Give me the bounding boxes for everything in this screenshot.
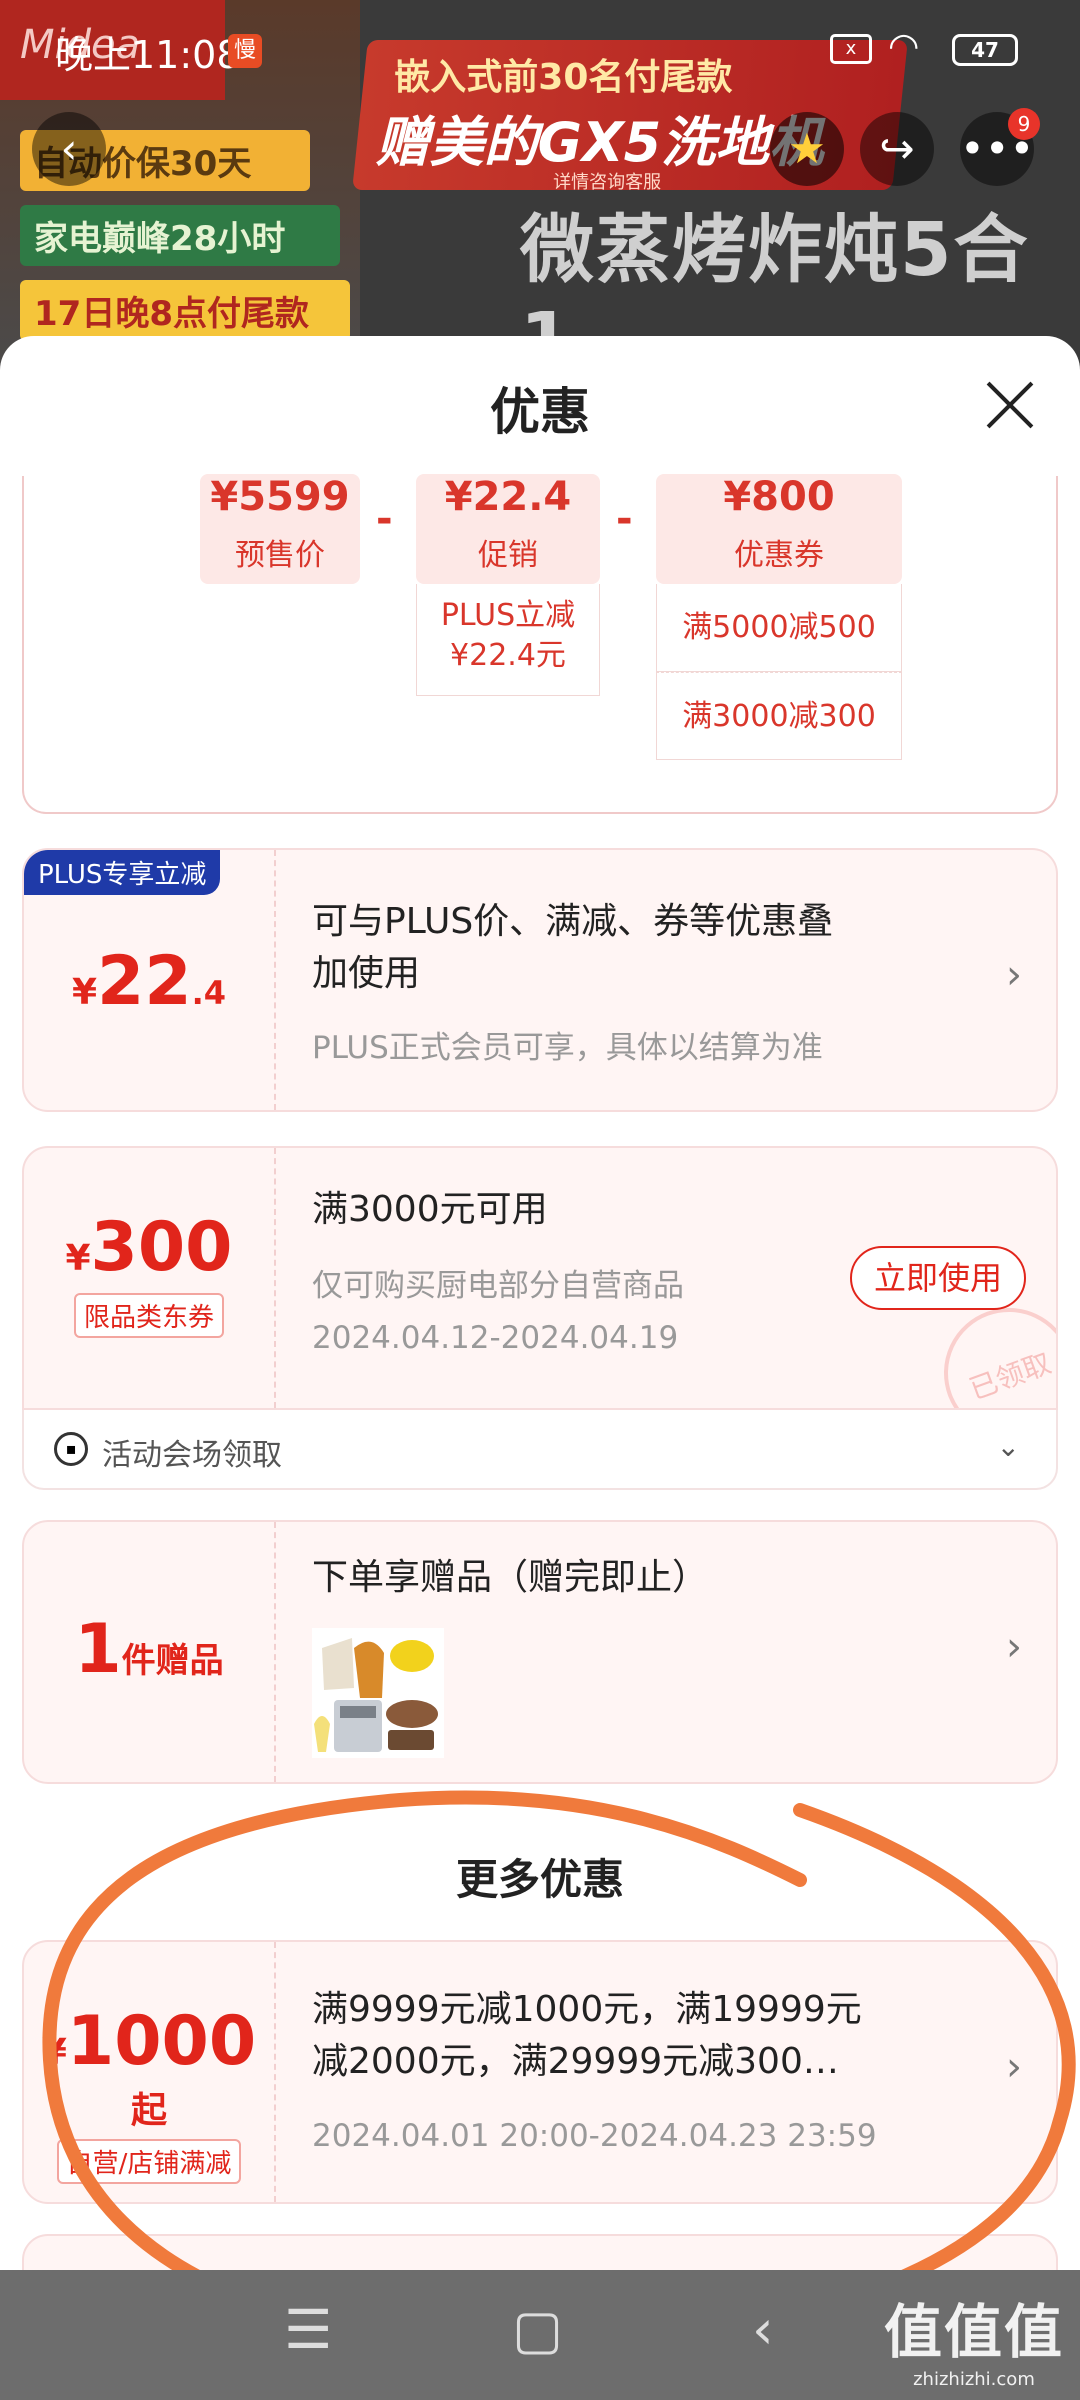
back-nav-icon[interactable]: ‹ bbox=[752, 2298, 774, 2361]
coupon-amount-area: ¥300 限品类东券 bbox=[24, 1148, 276, 1408]
store-discount-validity: 2024.04.01 20:00-2024.04.23 23:59 bbox=[312, 2118, 877, 2154]
system-navigation-bar: ☰ ▢ ‹ 值值值 zhizhizhi.com bbox=[0, 2270, 1080, 2400]
sheet-title: 优惠 bbox=[490, 383, 590, 441]
home-icon[interactable]: ▢ bbox=[512, 2298, 563, 2361]
promotion-detail-line2: ¥22.4元 bbox=[450, 638, 566, 673]
banner-line2: 赠美的GX5洗地机 bbox=[375, 111, 824, 174]
notification-badge: 9 bbox=[1008, 108, 1040, 140]
promotion-detail: PLUS立减 ¥22.4元 bbox=[416, 584, 600, 696]
amount-integer: 300 bbox=[90, 1208, 233, 1287]
gift-title: 下单享赠品（赠完即止） bbox=[312, 1557, 709, 1598]
plus-note: PLUS正式会员可享，具体以结算为准 bbox=[312, 1030, 823, 1066]
currency-symbol: ¥ bbox=[65, 1238, 91, 1279]
chevron-right-icon[interactable]: › bbox=[1006, 2044, 1022, 2090]
amount-integer: 1000 bbox=[66, 2002, 257, 2081]
amount-integer: 22 bbox=[97, 942, 192, 1021]
battery-icon: 47 bbox=[952, 34, 1018, 66]
store-discount-line1: 满9999元减1000元，满19999元 bbox=[312, 1989, 862, 2030]
plus-discount-card[interactable]: PLUS专享立减 ¥22.4 可与PLUS价、满减、券等优惠叠 加使用 PLUS… bbox=[22, 848, 1058, 1112]
store-discount-tag: 自营/店铺满减 bbox=[56, 2139, 242, 2184]
coupon-value: ¥800 bbox=[723, 474, 835, 520]
currency-symbol: ¥ bbox=[41, 2032, 67, 2073]
app-notification-icon: 慢 bbox=[228, 34, 262, 68]
gift-count: 1 bbox=[74, 1610, 122, 1689]
coupon-scope: 仅可购买厨电部分自营商品 bbox=[312, 1268, 684, 1304]
coupon-source-row[interactable]: ▪ 活动会场领取 ⌄ bbox=[22, 1410, 1058, 1490]
promotion-detail-line1: PLUS立减 bbox=[440, 598, 576, 633]
watermark-logo: 值值值 bbox=[883, 2298, 1064, 2366]
chevron-right-icon[interactable]: › bbox=[1006, 952, 1022, 998]
coupon-validity: 2024.04.12-2024.04.19 bbox=[312, 1320, 679, 1356]
plus-description-line2: 加使用 bbox=[312, 953, 421, 994]
coupon-card: ¥300 限品类东券 满3000元可用 仅可购买厨电部分自营商品 2024.04… bbox=[22, 1146, 1058, 1410]
store-discount-amount-area: ¥1000 起 自营/店铺满减 bbox=[24, 1942, 276, 2202]
use-now-button[interactable]: 立即使用 bbox=[850, 1246, 1026, 1310]
status-bar: 晚上11:08 慢 x ◠ 47 bbox=[0, 0, 1080, 100]
presale-price-value: ¥5599 bbox=[210, 474, 350, 520]
close-icon[interactable] bbox=[980, 376, 1040, 436]
gift-amount: 1件赠品 bbox=[24, 1522, 274, 1689]
price-breakdown: ¥5599 预售价 - ¥22.4 促销 PLUS立减 ¥22.4元 - ¥80… bbox=[22, 474, 1058, 814]
promotion-box: ¥22.4 促销 bbox=[416, 474, 600, 584]
coupon-detail-2: 满3000减300 bbox=[656, 672, 902, 760]
plus-description: 可与PLUS价、满减、券等优惠叠 加使用 bbox=[312, 896, 833, 1000]
discount-sheet: 优惠 ¥5599 预售价 - ¥22.4 促销 PLUS立减 ¥22.4元 - … bbox=[0, 336, 1080, 2400]
wifi-icon: ◠ bbox=[888, 26, 920, 67]
store-discount-description: 满9999元减1000元，满19999元 减2000元，满29999元减300… bbox=[312, 1984, 862, 2088]
coupon-title: 满3000元可用 bbox=[312, 1189, 548, 1230]
coupon-label: 优惠券 bbox=[734, 538, 824, 573]
gift-card[interactable]: 1件赠品 下单享赠品（赠完即止） › bbox=[22, 1520, 1058, 1784]
back-button[interactable]: ‹ bbox=[32, 112, 106, 186]
no-sim-icon: x bbox=[830, 34, 872, 64]
presale-price-label: 预售价 bbox=[235, 538, 325, 573]
store-discount-line2: 减2000元，满29999元减300… bbox=[312, 2041, 839, 2082]
coupon-type-tag: 限品类东券 bbox=[73, 1293, 224, 1338]
gift-image[interactable] bbox=[312, 1628, 444, 1758]
store-discount-card[interactable]: ¥1000 起 自营/店铺满减 满9999元减1000元，满19999元 减200… bbox=[22, 1940, 1058, 2204]
currency-symbol: ¥ bbox=[71, 972, 97, 1013]
coupon-detail-1: 满5000减500 bbox=[656, 584, 902, 672]
promotion-label: 促销 bbox=[478, 538, 538, 573]
minus-sign: - bbox=[376, 496, 393, 542]
menu-icon[interactable]: ☰ bbox=[284, 2298, 332, 2361]
watermark: 值值值 zhizhizhi.com bbox=[884, 2285, 1064, 2390]
gift-unit: 件赠品 bbox=[121, 1641, 224, 1681]
store-discount-amount: ¥1000 起 bbox=[24, 1942, 274, 2133]
amount-suffix: 起 bbox=[130, 2090, 167, 2131]
coupon-amount: ¥300 bbox=[24, 1148, 274, 1287]
promo-tag-peak: 家电巅峰28小时 bbox=[20, 205, 340, 266]
ticket-icon: ▪ bbox=[54, 1432, 88, 1466]
chevron-down-icon[interactable]: ⌄ bbox=[997, 1430, 1020, 1463]
promotion-value: ¥22.4 bbox=[444, 474, 572, 520]
promo-tag-final-payment: 17日晚8点付尾款 bbox=[20, 280, 350, 341]
chevron-right-icon[interactable]: › bbox=[1006, 1624, 1022, 1670]
plus-amount: ¥22.4 bbox=[24, 850, 274, 1021]
status-time: 晚上11:08 bbox=[55, 33, 241, 77]
coupon-box: ¥800 优惠券 bbox=[656, 474, 902, 584]
plus-amount-area: ¥22.4 bbox=[24, 850, 276, 1110]
favorite-star-icon[interactable]: ★ bbox=[770, 112, 844, 186]
plus-description-line1: 可与PLUS价、满减、券等优惠叠 bbox=[312, 901, 834, 942]
more-menu-button[interactable]: ••• 9 bbox=[960, 108, 1040, 186]
watermark-url: zhizhizhi.com bbox=[913, 2369, 1035, 2390]
share-icon[interactable]: ↪ bbox=[860, 112, 934, 186]
amount-decimal: .4 bbox=[191, 974, 227, 1012]
gift-amount-area: 1件赠品 bbox=[24, 1522, 276, 1782]
minus-sign: - bbox=[616, 496, 633, 542]
presale-price-box: ¥5599 预售价 bbox=[200, 474, 360, 584]
coupon-source-text: 活动会场领取 bbox=[102, 1438, 282, 1473]
more-offers-title: 更多优惠 bbox=[455, 1855, 624, 1904]
